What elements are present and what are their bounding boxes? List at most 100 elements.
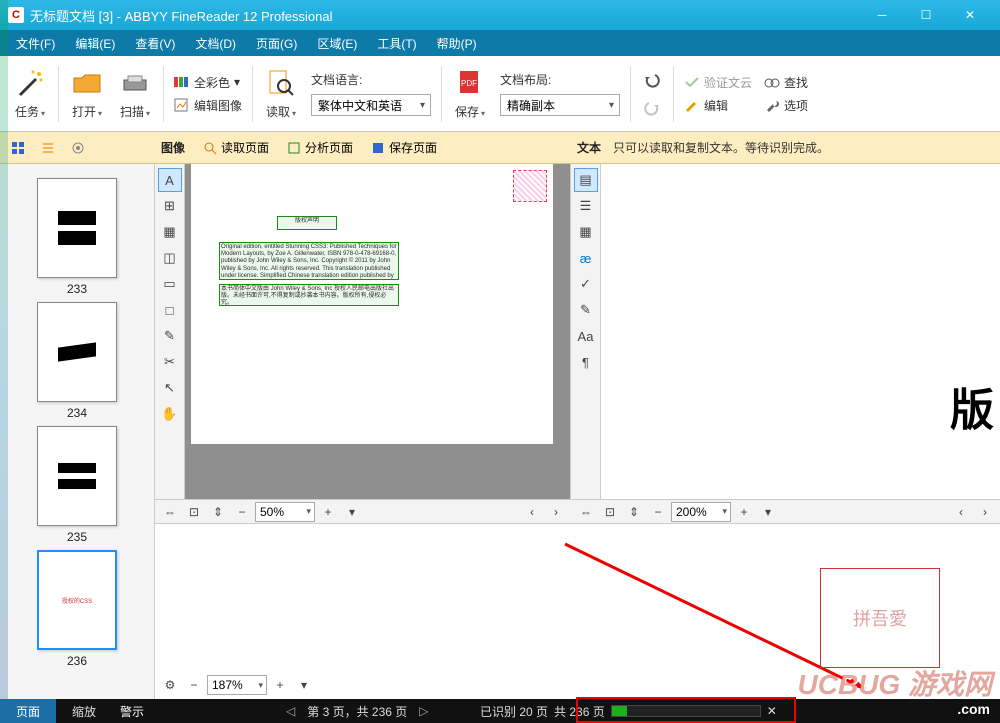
- crop-tool[interactable]: ✂: [158, 350, 182, 374]
- thumbnail[interactable]: 233: [37, 178, 117, 296]
- zoom-level-text[interactable]: 200%: [671, 502, 731, 522]
- preview-settings[interactable]: ⚙: [159, 675, 181, 695]
- zoom-dropdown[interactable]: ▾: [341, 502, 363, 522]
- scroll-left[interactable]: ‹: [521, 502, 543, 522]
- fit-height-icon[interactable]: ⇕: [207, 502, 229, 522]
- edit-button[interactable]: 编辑: [684, 97, 752, 114]
- zoom-out-button[interactable]: −: [647, 502, 669, 522]
- zoom-in-button[interactable]: +: [733, 502, 755, 522]
- undo-icon[interactable]: [641, 69, 663, 91]
- fit-page-icon[interactable]: ⊡: [183, 502, 205, 522]
- folder-icon: [71, 67, 103, 99]
- task-button[interactable]: 任务▾: [6, 63, 54, 124]
- open-button[interactable]: 打开▾: [63, 63, 111, 124]
- zoom-out-button[interactable]: −: [183, 675, 205, 695]
- pdf-icon: PDF: [454, 67, 486, 99]
- next-page-button[interactable]: ▷: [413, 704, 434, 718]
- scan-button[interactable]: 扫描▾: [111, 63, 159, 124]
- ocr-region[interactable]: 本书简体中文版由 John Wiley & Sons, Inc 授权人民邮电出版…: [219, 284, 399, 306]
- menu-tools[interactable]: 工具(T): [367, 32, 426, 55]
- save-button[interactable]: PDF 保存▾: [446, 63, 494, 124]
- select-tool[interactable]: ↖: [158, 376, 182, 400]
- zoom-in-button[interactable]: +: [269, 675, 291, 695]
- menu-area[interactable]: 区域(E): [307, 32, 367, 55]
- prev-page-button[interactable]: ◁: [280, 704, 301, 718]
- thumb-settings[interactable]: [66, 136, 90, 160]
- area-background-tool[interactable]: ◫: [158, 246, 182, 270]
- zoom-level-image[interactable]: 50%: [255, 502, 315, 522]
- menu-file[interactable]: 文件(F): [6, 32, 65, 55]
- svg-text:PDF: PDF: [461, 79, 477, 88]
- menu-edit[interactable]: 编辑(E): [65, 32, 125, 55]
- fit-width-icon[interactable]: ⇔: [575, 502, 597, 522]
- text-viewport[interactable]: 版: [601, 164, 1000, 499]
- menu-view[interactable]: 查看(V): [125, 32, 185, 55]
- hand-tool[interactable]: ✋: [158, 402, 182, 426]
- thumbnail-pane[interactable]: 233 234 235 授权的CSS236: [0, 164, 155, 699]
- options-button[interactable]: 选项: [764, 97, 808, 114]
- show-pictures[interactable]: ▦: [574, 220, 598, 244]
- cancel-progress[interactable]: ✕: [767, 704, 777, 718]
- palette-icon: [174, 75, 190, 89]
- close-button[interactable]: ✕: [948, 0, 992, 30]
- scroll-right[interactable]: ›: [545, 502, 567, 522]
- thumbnail[interactable]: 授权的CSS236: [37, 550, 117, 668]
- thumbnail[interactable]: 235: [37, 426, 117, 544]
- redo-icon[interactable]: [641, 97, 663, 119]
- read-page-button[interactable]: 读取页面: [197, 137, 275, 158]
- analyze-page-button[interactable]: 分析页面: [281, 137, 359, 158]
- read-button[interactable]: 读取▾: [257, 63, 305, 124]
- style-tool[interactable]: Aa: [574, 324, 598, 348]
- fullcolor-button[interactable]: 全彩色▾: [174, 74, 242, 91]
- minimize-button[interactable]: ─: [860, 0, 904, 30]
- scanner-icon: [119, 67, 151, 99]
- area-recognize-tool[interactable]: □: [158, 298, 182, 322]
- zoom-in-button[interactable]: +: [317, 502, 339, 522]
- image-viewport[interactable]: 版权声明 Original edition, entitled Stunning…: [185, 164, 570, 499]
- area-picture-tool[interactable]: ▦: [158, 220, 182, 244]
- menu-bar: 文件(F) 编辑(E) 查看(V) 文档(D) 页面(G) 区域(E) 工具(T…: [0, 30, 1000, 56]
- dictionary-tool[interactable]: ✎: [574, 298, 598, 322]
- menu-document[interactable]: 文档(D): [185, 32, 246, 55]
- layout-label: 文档布局:: [500, 71, 620, 88]
- area-barcode-tool[interactable]: ▭: [158, 272, 182, 296]
- thumb-view-grid[interactable]: [6, 136, 30, 160]
- ocr-region[interactable]: 版权声明: [277, 216, 337, 230]
- menu-help[interactable]: 帮助(P): [427, 32, 487, 55]
- plain-view[interactable]: ☰: [574, 194, 598, 218]
- ocr-region[interactable]: Original edition, entitled Stunning CSS3…: [219, 242, 399, 280]
- spell-tool[interactable]: ✓: [574, 272, 598, 296]
- zoom-level-preview[interactable]: 187%: [207, 675, 267, 695]
- zoom-out-button[interactable]: −: [231, 502, 253, 522]
- maximize-button[interactable]: ☐: [904, 0, 948, 30]
- save-page-button[interactable]: 保存页面: [365, 137, 443, 158]
- scroll-right[interactable]: ›: [974, 502, 996, 522]
- eraser-tool[interactable]: ✎: [158, 324, 182, 348]
- fit-page-icon[interactable]: ⊡: [599, 502, 621, 522]
- zoom-dropdown[interactable]: ▾: [757, 502, 779, 522]
- image-pane-label: 图像: [161, 139, 185, 156]
- fit-height-icon[interactable]: ⇕: [623, 502, 645, 522]
- fit-width-icon[interactable]: ⇔: [159, 502, 181, 522]
- edit-image-button[interactable]: 编辑图像: [174, 97, 242, 114]
- thumbnail[interactable]: 234: [37, 302, 117, 420]
- status-tab-page[interactable]: 页面: [0, 699, 56, 723]
- area-table-tool[interactable]: ⊞: [158, 194, 182, 218]
- binoculars-icon: [764, 75, 780, 89]
- layout-view[interactable]: ▤: [574, 168, 598, 192]
- paragraph-tool[interactable]: ¶: [574, 350, 598, 374]
- menu-page[interactable]: 页面(G): [246, 32, 307, 55]
- zoom-dropdown[interactable]: ▾: [293, 675, 315, 695]
- recognized-count: 已识别 20 页: [480, 703, 548, 720]
- verify-button[interactable]: 验证文云: [684, 74, 752, 91]
- status-tab-zoom[interactable]: 缩放: [56, 699, 112, 723]
- find-button[interactable]: 查找: [764, 74, 808, 91]
- language-dropdown[interactable]: 繁体中文和英语: [311, 94, 431, 116]
- layout-dropdown[interactable]: 精确副本: [500, 94, 620, 116]
- progress-bar: [611, 705, 761, 717]
- preview-pane[interactable]: 拼吾愛 ⚙ − 187% + ▾: [155, 523, 1000, 699]
- thumb-view-list[interactable]: [36, 136, 60, 160]
- area-text-tool[interactable]: A: [158, 168, 182, 192]
- show-chars[interactable]: æ: [574, 246, 598, 270]
- scroll-left[interactable]: ‹: [950, 502, 972, 522]
